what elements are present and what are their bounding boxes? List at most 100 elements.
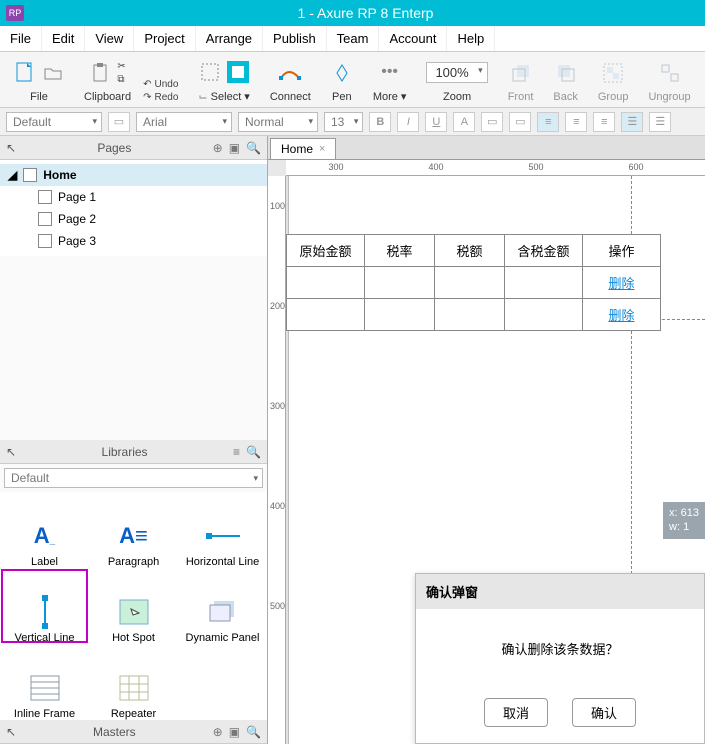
valign-top-button[interactable]: ☰ xyxy=(621,112,643,132)
redo-icon: ↷ xyxy=(143,92,151,103)
style-manage-icon[interactable]: ▭ xyxy=(108,112,130,132)
menu-help[interactable]: Help xyxy=(447,26,495,51)
app-logo: RP xyxy=(6,5,24,21)
font-family[interactable]: Arial xyxy=(136,112,232,132)
menu-view[interactable]: View xyxy=(85,26,134,51)
bold-button[interactable]: B xyxy=(369,112,391,132)
dynamic-panel-icon xyxy=(206,598,240,626)
page-home[interactable]: ◢ Home xyxy=(0,164,267,186)
prototype-table[interactable]: 原始金额 税率 税额 含税金额 操作 删除 xyxy=(286,234,661,331)
coords-tooltip: x: 613 w: 1 xyxy=(663,502,705,539)
cut-icon: ✂ xyxy=(117,61,125,72)
confirm-button[interactable]: 确认 xyxy=(572,698,636,727)
confirm-dialog[interactable]: 确认弹窗 确认删除该条数据？ 取消 确认 xyxy=(415,573,705,744)
hline-icon xyxy=(206,522,240,550)
th-original-amount: 原始金额 xyxy=(287,235,365,267)
tool-ungroup-btn[interactable]: Ungroup xyxy=(638,54,700,105)
dialog-message: 确认删除该条数据？ xyxy=(416,609,704,688)
italic-button[interactable]: I xyxy=(397,112,419,132)
add-folder-icon[interactable]: ▣ xyxy=(229,725,240,739)
zoom-input[interactable]: 100% xyxy=(426,62,487,83)
main-toolbar: File ✂ ⧉ Clipboard ↶Undo ↷Redo ⌙ Select … xyxy=(0,52,705,108)
th-tax-amount: 税额 xyxy=(435,235,505,267)
tool-more[interactable]: ••• More ▾ xyxy=(363,54,417,105)
delete-link[interactable]: 删除 xyxy=(608,308,634,323)
menu-arrange[interactable]: Arrange xyxy=(196,26,263,51)
tool-front[interactable]: Front xyxy=(498,54,544,105)
underline-button[interactable]: U xyxy=(425,112,447,132)
page-item-3[interactable]: Page 3 xyxy=(0,230,267,252)
add-folder-icon[interactable]: ▣ xyxy=(229,141,240,155)
lib-hline[interactable]: Horizontal Line xyxy=(178,492,267,568)
delete-link[interactable]: 删除 xyxy=(608,276,634,291)
library-preset[interactable]: Default xyxy=(4,468,263,488)
style-bar: Default ▭ Arial Normal 13 B I U A ▭ ▭ ≡ … xyxy=(0,108,705,136)
search-icon[interactable]: 🔍 xyxy=(246,725,261,739)
lib-dynamic-panel[interactable]: Dynamic Panel xyxy=(178,568,267,644)
paragraph-icon: A≡ xyxy=(117,522,151,550)
tool-pen[interactable]: Pen xyxy=(321,54,363,105)
cancel-button[interactable]: 取消 xyxy=(484,698,548,727)
redo-button[interactable]: ↷Redo xyxy=(143,92,178,103)
font-size[interactable]: 13 xyxy=(324,112,363,132)
tree-caret-icon: ◢ xyxy=(8,168,17,182)
undo-button[interactable]: ↶Undo xyxy=(143,79,178,90)
add-page-icon[interactable]: ⊕ xyxy=(213,141,223,155)
collapse-icon[interactable]: ↖ xyxy=(6,445,16,459)
canvas-tabs: Home × xyxy=(268,136,705,160)
font-color-button[interactable]: A xyxy=(453,112,475,132)
menu-project[interactable]: Project xyxy=(134,26,195,51)
tool-clipboard[interactable]: ✂ ⧉ Clipboard xyxy=(74,54,141,105)
lib-repeater[interactable]: Repeater xyxy=(89,644,178,720)
dialog-title: 确认弹窗 xyxy=(416,574,704,609)
collapse-icon[interactable]: ↖ xyxy=(6,141,16,155)
lib-vline[interactable]: Vertical Line xyxy=(0,568,89,644)
align-right-button[interactable]: ≡ xyxy=(593,112,615,132)
copy-icon: ⧉ xyxy=(117,74,125,85)
canvas[interactable]: 原始金额 税率 税额 含税金额 操作 删除 xyxy=(286,176,705,744)
tab-home[interactable]: Home × xyxy=(270,138,336,159)
search-icon[interactable]: 🔍 xyxy=(246,445,261,459)
marquee-icon xyxy=(199,61,221,83)
lib-inline-frame[interactable]: Inline Frame xyxy=(0,644,89,720)
add-master-icon[interactable]: ⊕ xyxy=(213,725,223,739)
tool-file[interactable]: File xyxy=(4,54,74,105)
tool-group-btn[interactable]: Group xyxy=(588,54,639,105)
menu-edit[interactable]: Edit xyxy=(42,26,85,51)
align-left-button[interactable]: ≡ xyxy=(537,112,559,132)
undo-icon: ↶ xyxy=(143,79,151,90)
page-item-1[interactable]: Page 1 xyxy=(0,186,267,208)
th-action: 操作 xyxy=(583,235,661,267)
th-total: 含税金额 xyxy=(505,235,583,267)
repeater-icon xyxy=(117,674,151,702)
menu-publish[interactable]: Publish xyxy=(263,26,327,51)
masters-panel-header: ↖ Masters ⊕ ▣ 🔍 xyxy=(0,720,267,744)
tool-back[interactable]: Back xyxy=(543,54,587,105)
close-icon[interactable]: × xyxy=(319,143,325,155)
lib-paragraph[interactable]: A≡ Paragraph xyxy=(89,492,178,568)
collapse-icon[interactable]: ↖ xyxy=(6,725,16,739)
ruler-vertical: 100 200 300 400 500 xyxy=(268,176,286,744)
library-menu-icon[interactable]: ≡ xyxy=(233,445,240,459)
page-item-2[interactable]: Page 2 xyxy=(0,208,267,230)
style-preset[interactable]: Default xyxy=(6,112,102,132)
border-button[interactable]: ▭ xyxy=(509,112,531,132)
align-center-button[interactable]: ≡ xyxy=(565,112,587,132)
menu-file[interactable]: File xyxy=(0,26,42,51)
tool-select[interactable]: ⌙ Select ▾ xyxy=(188,54,259,105)
tool-connect[interactable]: Connect xyxy=(260,54,321,105)
tool-zoom[interactable]: 100% Zoom xyxy=(416,54,497,105)
connect-icon xyxy=(279,62,301,84)
menu-team[interactable]: Team xyxy=(327,26,380,51)
menu-account[interactable]: Account xyxy=(379,26,447,51)
paste-icon xyxy=(89,62,111,84)
more-icon: ••• xyxy=(379,61,401,83)
search-icon[interactable]: 🔍 xyxy=(246,141,261,155)
page-icon xyxy=(38,190,52,204)
font-weight[interactable]: Normal xyxy=(238,112,318,132)
lib-hotspot[interactable]: Hot Spot xyxy=(89,568,178,644)
folder-icon xyxy=(42,62,64,84)
fill-button[interactable]: ▭ xyxy=(481,112,503,132)
lib-label[interactable]: A_ Label xyxy=(0,492,89,568)
valign-mid-button[interactable]: ☰ xyxy=(649,112,671,132)
